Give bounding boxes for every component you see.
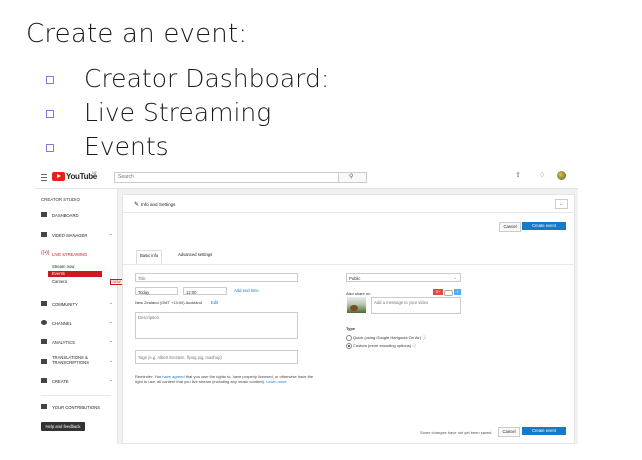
sidebar-item-channel[interactable]: CHANNEL ⌄ (41, 319, 115, 327)
type-custom-label: Custom (more encoding options) ⓘ (353, 342, 417, 348)
chevron-down-icon: ⌄ (108, 358, 113, 364)
privacy-select[interactable]: Public ⌄ (346, 273, 461, 282)
twitter-icon[interactable]: t (454, 289, 461, 295)
sidebar-subitem-events[interactable]: Events (48, 271, 102, 277)
learn-more-link[interactable]: Learn more (266, 379, 286, 384)
chevron-down-icon: ⌄ (108, 300, 113, 306)
sidebar-subitem-camera[interactable]: Camera NEW (52, 279, 124, 285)
dashboard-icon (41, 212, 47, 217)
square-bullet-icon (46, 76, 54, 84)
video-manager-icon (41, 232, 47, 237)
live-icon: ((•)) (41, 249, 50, 256)
hamburger-menu-icon[interactable] (41, 174, 47, 181)
description-input[interactable]: Description (135, 312, 298, 339)
type-label: Type (346, 326, 356, 331)
community-icon (41, 301, 47, 306)
create-event-button[interactable]: Create event (522, 222, 566, 230)
sidebar-item-analytics[interactable]: ANALYTICS ⌄ (41, 338, 115, 346)
top-bar: YouTube NZ Search ⚲ ⇧ ♢ (35, 166, 578, 189)
avatar[interactable] (557, 171, 566, 180)
chevron-down-icon: ⌄ (108, 319, 113, 325)
tab-divider (123, 264, 574, 265)
sidebar-item-dashboard[interactable]: DASHBOARD (41, 211, 115, 219)
chevron-down-icon: ⌄ (108, 231, 113, 237)
share-message-input[interactable]: Add a message to your video (371, 297, 461, 314)
analytics-icon (41, 339, 47, 344)
chevron-down-icon: ⌄ (108, 338, 113, 344)
tab-basic-info[interactable]: Basic info (136, 250, 163, 265)
region-label: NZ (92, 171, 97, 175)
cancel-button-bottom[interactable]: Cancel (498, 427, 520, 437)
sidebar-item-video-manager[interactable]: VIDEO MANAGER ⌄ (41, 231, 115, 239)
unsaved-changes-note: Some changes have not yet been saved. (420, 430, 493, 435)
tab-advanced-settings[interactable]: Advanced settings (175, 250, 215, 259)
sidebar: CREATOR STUDIO DASHBOARD VIDEO MANAGER ⌄… (35, 189, 124, 444)
event-panel: ✎ Info and Settings ← Cancel Create even… (122, 194, 575, 444)
also-share-label: Also share on (346, 291, 371, 296)
video-thumbnail (347, 297, 366, 313)
header-divider (123, 212, 574, 213)
create-event-button-bottom[interactable]: Create event (522, 427, 566, 435)
search-input[interactable]: Search (114, 172, 339, 183)
bullet-item: Creator Dashboard: (46, 62, 329, 96)
youtube-logo-icon[interactable] (52, 172, 65, 181)
bullet-item: Events (46, 130, 329, 164)
help-icon[interactable]: ⓘ (412, 343, 416, 348)
timezone-label: New Zealand (GMT +13:00) Auckland (135, 300, 202, 305)
share-toggle[interactable] (444, 290, 453, 296)
contributions-icon (41, 404, 47, 409)
type-quick-radio[interactable] (346, 335, 352, 341)
type-quick-label: Quick (using Google Hangouts On Air) ⓘ (353, 334, 427, 340)
translate-icon (41, 359, 47, 364)
help-icon[interactable]: ⓘ (422, 335, 426, 340)
search-button[interactable]: ⚲ (338, 172, 367, 183)
edit-timezone-link[interactable]: Edit (211, 300, 218, 305)
reminder-text: Reminder: You have agreed that you own t… (135, 374, 314, 384)
panel-title: ✎ Info and Settings (134, 202, 176, 208)
time-input[interactable]: 12:00 (183, 287, 227, 295)
bullet-list: Creator Dashboard: Live Streaming Events (46, 62, 329, 164)
date-input[interactable]: Today (135, 287, 178, 295)
square-bullet-icon (46, 110, 54, 118)
upload-icon[interactable]: ⇧ (515, 171, 521, 179)
add-end-time-link[interactable]: Add end time (234, 288, 259, 293)
sidebar-item-translations[interactable]: TRANSLATIONS & TRANSCRIPTIONS ⌄ (41, 355, 115, 368)
tags-input[interactable]: Tags (e.g. Albert Einstein, flying pig, … (135, 350, 298, 364)
help-feedback-button[interactable]: Help and feedback (41, 422, 85, 431)
cancel-button[interactable]: Cancel (499, 222, 521, 232)
chevron-down-icon: ⌄ (453, 275, 457, 280)
sidebar-header: CREATOR STUDIO (41, 197, 80, 202)
type-custom-radio[interactable] (346, 343, 352, 349)
title-input[interactable]: Title (135, 273, 298, 282)
sidebar-item-community[interactable]: COMMUNITY ⌄ (41, 300, 115, 308)
google-plus-icon[interactable]: G+ (433, 289, 443, 295)
chevron-down-icon: ⌄ (108, 377, 113, 383)
square-bullet-icon (46, 144, 54, 152)
collapse-button[interactable]: ← (555, 199, 568, 209)
sidebar-item-contributions[interactable]: YOUR CONTRIBUTIONS (41, 403, 115, 411)
sidebar-divider (41, 395, 111, 396)
sidebar-item-create[interactable]: CREATE ⌄ (41, 377, 115, 385)
sidebar-item-live-streaming[interactable]: ((•)) LIVE STREAMING (41, 250, 115, 258)
pencil-icon: ✎ (134, 202, 140, 208)
search-icon: ⚲ (349, 174, 354, 180)
create-icon (41, 378, 47, 383)
bullet-item: Live Streaming (46, 96, 329, 130)
slide-title: Create an event: (26, 19, 248, 49)
notification-bell-icon[interactable]: ♢ (539, 171, 545, 179)
channel-icon (41, 320, 47, 325)
youtube-screenshot: YouTube NZ Search ⚲ ⇧ ♢ CREATOR STUDIO D… (35, 166, 578, 444)
sidebar-subitem-stream-now[interactable]: Stream now (52, 264, 102, 270)
